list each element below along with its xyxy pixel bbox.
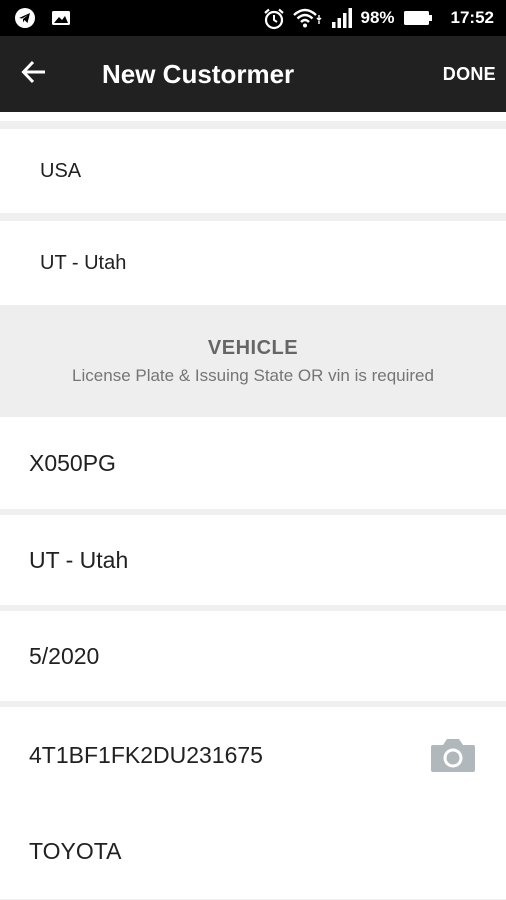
- status-bar: 98% 17:52: [0, 0, 506, 36]
- section-heading: VEHICLE: [207, 336, 299, 359]
- make-value: TOYOTA: [29, 837, 122, 864]
- done-button[interactable]: DONE: [443, 64, 496, 85]
- page-title: New Custormer: [102, 58, 295, 89]
- wifi-icon: [292, 7, 322, 29]
- app-bar: New Custormer DONE: [0, 36, 506, 112]
- date-field[interactable]: 5/2020: [0, 611, 506, 701]
- country-value: USA: [40, 159, 82, 182]
- issuing-state-value: UT - Utah: [29, 546, 129, 573]
- camera-icon[interactable]: [430, 737, 476, 773]
- state-field[interactable]: UT - Utah: [0, 221, 506, 305]
- vin-value: 4T1BF1FK2DU231675: [29, 741, 263, 768]
- alarm-icon: [262, 7, 285, 30]
- clock: 17:52: [450, 8, 494, 27]
- license-plate-value: X050PG: [29, 449, 116, 476]
- gallery-icon: [50, 7, 72, 29]
- battery-icon: [403, 7, 433, 29]
- state-value: UT - Utah: [40, 251, 127, 274]
- telegram-icon: [14, 7, 36, 29]
- vin-field[interactable]: 4T1BF1FK2DU231675: [0, 707, 506, 803]
- signal-icon: [330, 7, 353, 29]
- date-value: 5/2020: [29, 642, 100, 669]
- section-note: License Plate & Issuing State OR vin is …: [72, 365, 434, 385]
- country-field[interactable]: USA: [0, 129, 506, 213]
- license-plate-field[interactable]: X050PG: [0, 417, 506, 509]
- arrow-left-icon: [21, 59, 47, 90]
- battery-percent: 98%: [360, 8, 395, 27]
- vehicle-section-header: VEHICLE License Plate & Issuing State OR…: [0, 305, 506, 417]
- form-content: USA UT - Utah VEHICLE License Plate & Is…: [0, 112, 506, 900]
- make-field[interactable]: TOYOTA: [0, 803, 506, 899]
- back-button[interactable]: [0, 36, 64, 112]
- issuing-state-field[interactable]: UT - Utah: [0, 515, 506, 605]
